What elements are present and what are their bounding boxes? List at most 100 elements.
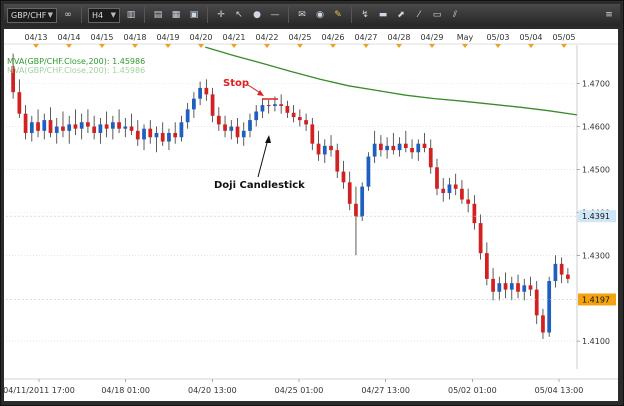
top-date-label: 04/25 — [288, 33, 311, 42]
candle-body — [235, 126, 240, 138]
candle-body — [291, 112, 296, 118]
doji-label: Doji Candlestick — [214, 180, 305, 191]
candle-body — [410, 147, 414, 153]
dot-icon[interactable]: ● — [250, 8, 264, 22]
candle-body — [154, 132, 159, 138]
candle-body — [329, 145, 333, 151]
candle-body — [279, 104, 284, 106]
candle-body — [173, 132, 178, 138]
top-date-label: 04/27 — [354, 33, 377, 42]
crosshair-icon[interactable]: ✛ — [214, 8, 228, 22]
candle-body — [403, 143, 408, 148]
candle-body — [192, 98, 196, 110]
candle-body — [472, 203, 477, 224]
candle-body — [210, 94, 215, 116]
candle-body — [385, 145, 389, 151]
price-tick-label: 1.4500 — [582, 165, 610, 174]
fibonacci-icon[interactable]: ⁄ — [412, 8, 426, 22]
line-chart-icon[interactable]: ▦ — [169, 8, 183, 22]
channel-icon[interactable]: ▭ — [430, 8, 444, 22]
pencil-icon[interactable]: ✎ — [331, 8, 345, 22]
price-tick-label: 1.4700 — [582, 80, 610, 89]
price-tick-label: 1.4600 — [582, 123, 610, 132]
candle-body — [566, 274, 570, 279]
chevron-down-icon: ▼ — [110, 11, 116, 19]
candle-body — [104, 124, 109, 129]
candle-body — [179, 122, 184, 138]
toolbar-separator — [288, 7, 289, 23]
time-tick-label: 04/27 13:00 — [361, 386, 410, 395]
candle-body — [285, 105, 290, 113]
link-icon[interactable]: ∞ — [61, 8, 75, 22]
candle-body — [453, 184, 458, 189]
candle-body — [110, 122, 115, 129]
top-date-label: 04/29 — [420, 33, 443, 42]
candle-body — [341, 171, 346, 183]
layers-icon[interactable]: ▣ — [187, 8, 201, 22]
symbol-value: GBP/CHF — [11, 10, 47, 20]
menu-icon[interactable]: ≡ — [602, 8, 616, 22]
price-tag-label: 1.4197 — [582, 295, 610, 304]
chart-area[interactable]: 04/13 04/14 04/15 04/18 04/19 04/20 04/21 04/22… — [3, 29, 618, 401]
top-date-label: 04/13 — [24, 33, 47, 42]
candle-body — [54, 126, 59, 133]
toolbar-separator — [351, 7, 352, 23]
comment-icon[interactable]: ✉ — [295, 8, 309, 22]
candle-body — [422, 143, 427, 148]
candle-body — [322, 145, 327, 155]
candle-body — [478, 223, 483, 254]
candle-body — [198, 87, 202, 99]
legend-mva-primary: MVA(GBP/CHF.Close,200): 1.45986 — [7, 57, 145, 66]
candle-body — [316, 143, 321, 155]
indicator-icon[interactable]: ↯ — [358, 8, 372, 22]
globe-icon[interactable]: ◉ — [313, 8, 327, 22]
chart-window: GBP/CHF ▼ ∞ H4 ▼ ▥ ▤ ▦ ▣ ✛ ↖ ● — ✉ ◉ ✎ ↯… — [0, 0, 624, 406]
candle-body — [29, 122, 34, 133]
symbol-select[interactable]: GBP/CHF ▼ — [7, 7, 57, 23]
chevron-down-icon: ▼ — [47, 11, 53, 19]
chart-background — [4, 29, 618, 401]
candle-body — [17, 92, 22, 114]
candle-body — [491, 278, 495, 292]
candle-body — [86, 122, 90, 127]
candle-body — [216, 115, 221, 125]
top-date-label: 04/19 — [156, 33, 179, 42]
candle-body — [397, 143, 402, 151]
candle-body — [559, 263, 564, 275]
candle-body — [435, 167, 439, 189]
candle-body — [347, 182, 352, 204]
candle-body — [553, 263, 558, 282]
candle-body — [497, 283, 502, 292]
top-date-label: 04/22 — [255, 33, 278, 42]
candle-body — [447, 184, 452, 194]
top-date-label: May — [457, 33, 474, 42]
cursor-icon[interactable]: ↖ — [232, 8, 246, 22]
candle-body — [23, 113, 28, 133]
price-chart[interactable]: 04/13 04/14 04/15 04/18 04/19 04/20 04/21 04/22… — [3, 29, 618, 401]
candle-body — [98, 124, 103, 133]
candle-body — [541, 315, 545, 333]
candle-body — [335, 150, 340, 172]
bar-chart-icon[interactable]: ▥ — [124, 8, 138, 22]
horizontal-line-icon[interactable]: — — [268, 8, 282, 22]
pitchfork-icon[interactable]: ⫽ — [448, 8, 462, 22]
candle-body — [379, 143, 383, 151]
top-date-label: 04/20 — [189, 33, 212, 42]
candles-icon[interactable]: ▤ — [151, 8, 165, 22]
candle-body — [372, 143, 377, 157]
candle-body — [92, 126, 97, 133]
currency-icon[interactable]: ▬ — [376, 8, 390, 22]
top-date-label: 05/05 — [552, 33, 575, 42]
candle-body — [48, 120, 53, 133]
trend-icon[interactable]: ⬈ — [394, 8, 408, 22]
time-tick-label: 04/25 01:00 — [275, 386, 324, 395]
candle-body — [460, 188, 464, 200]
top-date-label: 04/26 — [321, 33, 344, 42]
candle-body — [142, 128, 146, 140]
timeframe-select[interactable]: H4 ▼ — [88, 7, 120, 23]
candle-body — [148, 128, 153, 138]
candle-body — [135, 130, 140, 140]
candle-body — [534, 289, 539, 316]
candle-body — [36, 122, 40, 131]
candle-body — [416, 143, 421, 153]
